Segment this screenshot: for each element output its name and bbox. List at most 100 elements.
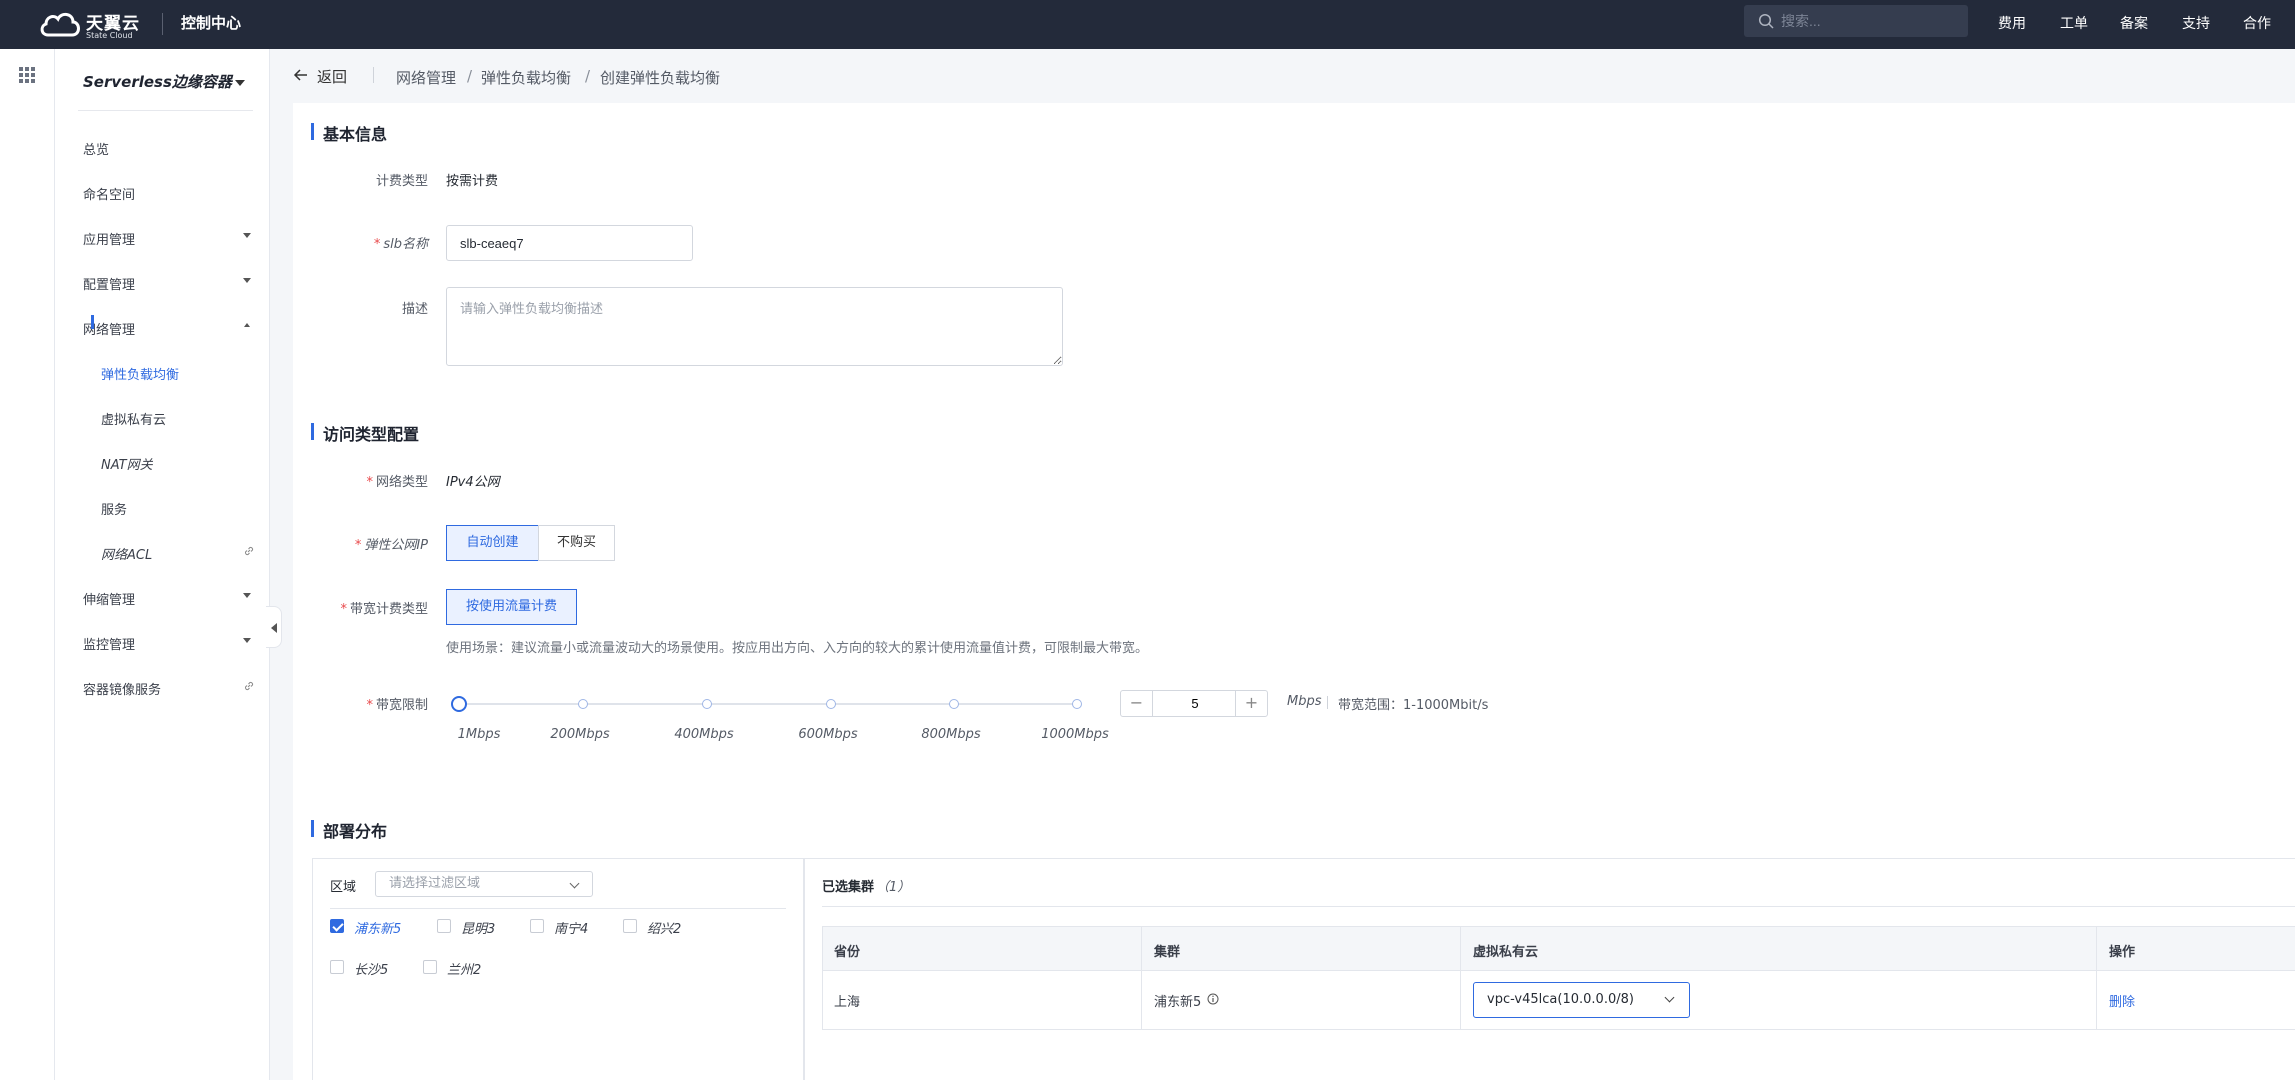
breadcrumb-separator: / bbox=[467, 67, 473, 85]
ticket-link[interactable]: 工单 bbox=[2060, 13, 2088, 33]
region-filter-placeholder: 请选择过滤区域 bbox=[389, 876, 481, 891]
slider-tick-label: 800Mbps bbox=[921, 727, 981, 742]
slb-name-input[interactable] bbox=[446, 225, 693, 261]
chevron-down-icon[interactable] bbox=[243, 233, 251, 238]
breadcrumb-divider bbox=[373, 67, 374, 83]
sidebar-item-elastic-load-balancer[interactable]: 弹性负载均衡 bbox=[101, 364, 179, 383]
cluster-checkbox[interactable] bbox=[530, 919, 544, 933]
sidebar-item-namespace[interactable]: 命名空间 bbox=[83, 184, 135, 203]
network-type-label: * 网络类型 bbox=[366, 475, 428, 490]
traffic-billing-button[interactable]: 按使用流量计费 bbox=[446, 589, 577, 625]
network-type-value: IPv4公网 bbox=[446, 475, 500, 490]
delete-link[interactable]: 删除 bbox=[2109, 991, 2135, 1010]
breadcrumb-separator: / bbox=[585, 67, 591, 85]
active-indicator bbox=[91, 315, 94, 329]
collapse-arrow-icon bbox=[271, 623, 277, 633]
sidebar-item-network-acl[interactable]: 网络ACL bbox=[101, 544, 152, 563]
bandwidth-limit-label: * 带宽限制 bbox=[366, 698, 428, 713]
cell-cluster: 浦东新5 bbox=[1154, 995, 1202, 1010]
sidebar-item-scaling-management[interactable]: 伸缩管理 bbox=[83, 589, 135, 608]
global-search[interactable] bbox=[1744, 5, 1968, 37]
chevron-down-icon[interactable] bbox=[243, 278, 251, 283]
cluster-label[interactable]: 长沙5 bbox=[354, 959, 388, 978]
cluster-checkbox[interactable] bbox=[437, 919, 451, 933]
slider-stop[interactable] bbox=[826, 699, 836, 709]
chevron-down-icon[interactable] bbox=[243, 593, 251, 598]
cluster-checkbox[interactable] bbox=[330, 919, 344, 933]
divider bbox=[822, 906, 2295, 907]
slider-tick-label: 200Mbps bbox=[550, 727, 610, 742]
chevron-down-icon bbox=[569, 878, 580, 889]
support-link[interactable]: 支持 bbox=[2182, 13, 2210, 33]
bandwidth-value-input[interactable] bbox=[1154, 691, 1236, 716]
logo-divider bbox=[162, 13, 163, 35]
slider-stop[interactable] bbox=[1072, 699, 1082, 709]
cluster-label[interactable]: 昆明3 bbox=[461, 918, 495, 937]
logo-subtext: State Cloud bbox=[86, 31, 133, 40]
bandwidth-range: 带宽范围：1-1000Mbit/s bbox=[1338, 698, 1489, 713]
fees-link[interactable]: 费用 bbox=[1998, 13, 2026, 33]
filing-link[interactable]: 备案 bbox=[2120, 13, 2148, 33]
sidebar-item-container-registry[interactable]: 容器镜像服务 bbox=[83, 679, 161, 698]
increment-button[interactable]: + bbox=[1235, 691, 1267, 716]
region-filter-select[interactable]: 请选择过滤区域 bbox=[375, 871, 593, 897]
slider-tick-label: 1Mbps bbox=[457, 727, 501, 742]
chevron-down-icon[interactable] bbox=[243, 638, 251, 643]
partner-link[interactable]: 合作 bbox=[2243, 13, 2271, 33]
selected-clusters-count: （1） bbox=[876, 880, 911, 895]
breadcrumb-elastic-load-balancer[interactable]: 弹性负载均衡 bbox=[481, 67, 571, 88]
eip-label: * 弹性公网IP bbox=[354, 538, 428, 553]
sidebar-item-service[interactable]: 服务 bbox=[101, 499, 127, 518]
product-switcher[interactable]: Serverless边缘容器 bbox=[83, 71, 232, 92]
divider bbox=[78, 110, 253, 111]
section-title-basic-info: 基本信息 bbox=[311, 121, 387, 145]
cluster-checkbox[interactable] bbox=[623, 919, 637, 933]
vpc-select[interactable]: vpc-v45lca(10.0.0.0/8) bbox=[1473, 982, 1690, 1018]
slider-stop[interactable] bbox=[949, 699, 959, 709]
chevron-up-icon[interactable] bbox=[244, 323, 250, 327]
eip-auto-create-button[interactable]: 自动创建 bbox=[446, 525, 539, 561]
sidebar-item-vpc[interactable]: 虚拟私有云 bbox=[101, 409, 166, 428]
cluster-label[interactable]: 浦东新5 bbox=[354, 918, 401, 937]
slider-stop[interactable] bbox=[578, 699, 588, 709]
cluster-checkbox[interactable] bbox=[330, 960, 344, 974]
eip-no-purchase-button[interactable]: 不购买 bbox=[538, 525, 615, 561]
slider-handle[interactable] bbox=[451, 696, 467, 712]
sidebar-item-nat-gateway[interactable]: NAT网关 bbox=[101, 454, 153, 473]
bandwidth-slider[interactable] bbox=[451, 696, 1082, 712]
breadcrumb-current: 创建弹性负载均衡 bbox=[600, 69, 721, 87]
breadcrumb-network-management[interactable]: 网络管理 bbox=[396, 67, 456, 88]
decrement-button[interactable]: − bbox=[1121, 691, 1153, 716]
chevron-down-icon bbox=[1664, 992, 1675, 1003]
cluster-label[interactable]: 绍兴2 bbox=[647, 918, 681, 937]
cluster-checkbox[interactable] bbox=[423, 960, 437, 974]
external-link-icon[interactable] bbox=[243, 545, 255, 557]
sidebar-item-overview[interactable]: 总览 bbox=[83, 139, 109, 158]
tianyi-cloud-logo[interactable]: 天翼云 State Cloud bbox=[38, 7, 143, 41]
section-title-access-config: 访问类型配置 bbox=[311, 421, 419, 445]
bandwidth-billing-hint: 使用场景：建议流量小或流量波动大的场景使用。按应用出方向、入方向的较大的累计使用… bbox=[446, 641, 1149, 656]
breadcrumb: 返回 网络管理 / 弹性负载均衡 / 创建弹性负载均衡 bbox=[271, 49, 2295, 103]
caret-down-icon[interactable] bbox=[235, 80, 245, 86]
selected-clusters-title: 已选集群 bbox=[822, 880, 875, 895]
search-icon bbox=[1758, 13, 1774, 29]
sidebar-item-config-management[interactable]: 配置管理 bbox=[83, 274, 135, 293]
bandwidth-stepper[interactable]: − + bbox=[1120, 690, 1268, 717]
top-navigation-bar: 天翼云 State Cloud 控制中心 费用 工单 备案 支持 合作 bbox=[0, 0, 2295, 49]
apps-grid-icon[interactable] bbox=[19, 67, 35, 83]
region-label: 区域 bbox=[330, 880, 357, 895]
divider bbox=[330, 908, 786, 909]
sidebar-item-app-management[interactable]: 应用管理 bbox=[83, 229, 135, 248]
console-link[interactable]: 控制中心 bbox=[181, 12, 241, 33]
description-textarea[interactable] bbox=[446, 287, 1063, 366]
sidebar-item-monitoring[interactable]: 监控管理 bbox=[83, 634, 135, 653]
cluster-label[interactable]: 兰州2 bbox=[447, 959, 481, 978]
slider-stop[interactable] bbox=[702, 699, 712, 709]
cluster-label[interactable]: 南宁4 bbox=[554, 918, 588, 937]
sidebar: Serverless边缘容器 总览 命名空间 应用管理 配置管理 网络管理 弹性… bbox=[55, 49, 270, 1080]
info-icon[interactable] bbox=[1207, 993, 1219, 1005]
cloud-logo-icon bbox=[40, 13, 80, 37]
search-input[interactable] bbox=[1781, 11, 1961, 31]
external-link-icon[interactable] bbox=[243, 680, 255, 692]
billing-type-label: 计费类型 bbox=[375, 174, 428, 189]
